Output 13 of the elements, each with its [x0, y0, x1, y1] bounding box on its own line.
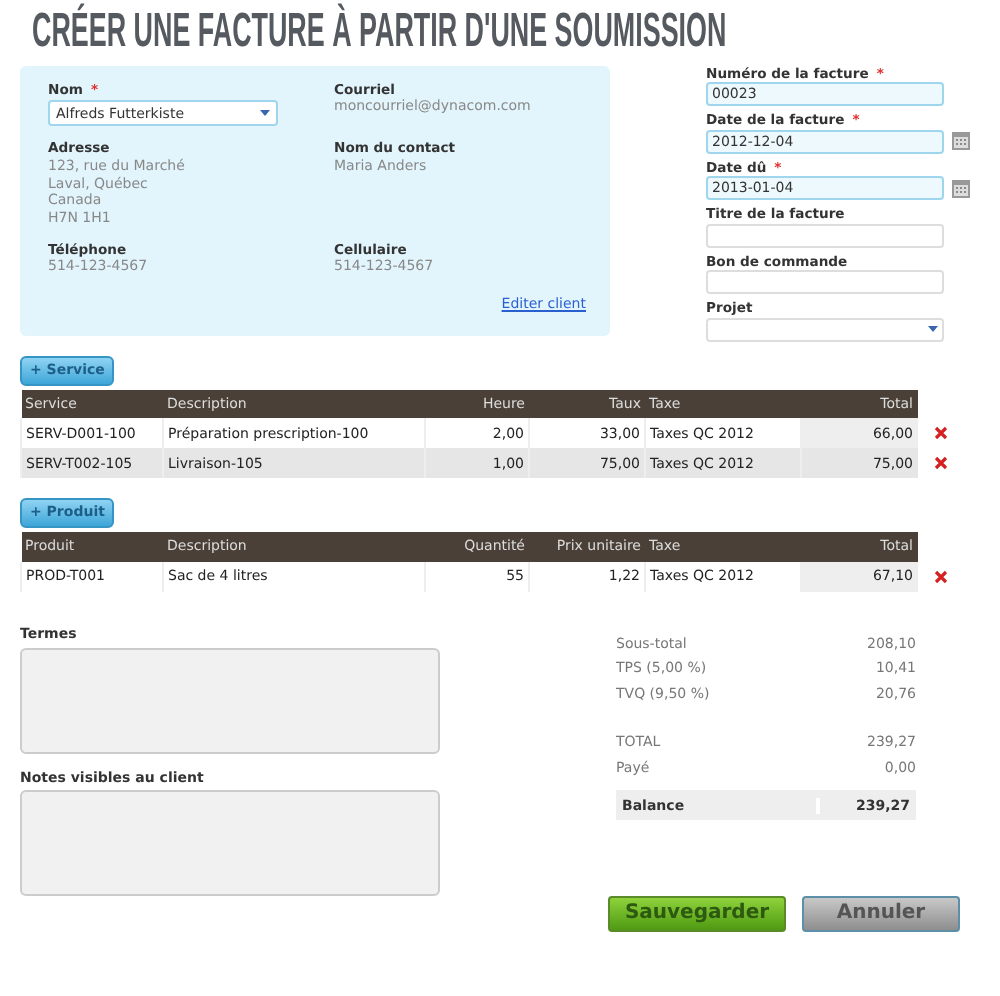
cancel-button[interactable]: Annuler [802, 896, 960, 933]
caret-icon [928, 326, 938, 333]
page-title: CRÉER UNE FACTURE À PARTIR D'UNE SOUMISSION [32, 8, 727, 56]
input-field[interactable] [706, 270, 944, 295]
save-button[interactable]: Sauvegarder [608, 896, 786, 933]
delete-icon[interactable] [933, 426, 947, 441]
caret-icon [260, 110, 270, 117]
delete-icon[interactable] [933, 569, 947, 584]
input-field[interactable] [706, 223, 944, 248]
calendar-icon[interactable] [952, 132, 970, 151]
select-field[interactable] [706, 317, 944, 342]
delete-icon[interactable] [933, 456, 947, 471]
calendar-icon[interactable] [952, 179, 970, 198]
